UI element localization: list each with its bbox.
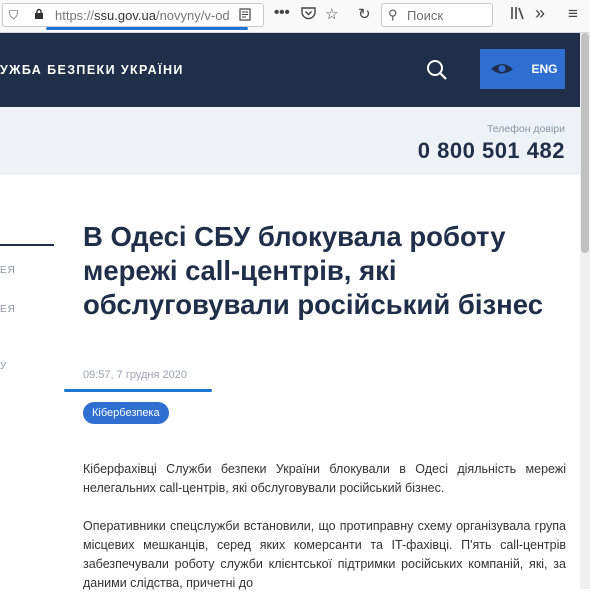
pocket-icon[interactable]: [301, 6, 316, 24]
site-title[interactable]: УЖБА БЕЗПЕКИ УКРАЇНИ: [0, 63, 184, 77]
site-header: УЖБА БЕЗПЕКИ УКРАЇНИ ENG: [0, 33, 580, 107]
shield-icon[interactable]: ⛉: [9, 8, 18, 23]
bookmark-star-icon[interactable]: ☆: [325, 5, 338, 23]
hotline-label: Телефон довіри: [486, 123, 565, 135]
reload-icon[interactable]: ↻: [358, 5, 371, 23]
url-text[interactable]: https://ssu.gov.ua/novyny/v-ode: [55, 8, 229, 23]
browser-toolbar: ⛉ https://ssu.gov.ua/novyny/v-ode ••• ☆ …: [0, 0, 590, 33]
sidebar-item[interactable]: У: [0, 361, 7, 372]
accessibility-eye-button[interactable]: [480, 49, 524, 89]
hotline-number[interactable]: 0 800 501 482: [418, 138, 565, 164]
hotline-band: Телефон довіри 0 800 501 482: [0, 107, 580, 175]
date-highlight: [64, 389, 212, 392]
overflow-chevron-icon[interactable]: »: [535, 3, 545, 24]
category-tag[interactable]: Кібербезпека: [83, 402, 169, 424]
article-paragraph: Кіберфахівці Служби безпеки України блок…: [83, 462, 566, 495]
library-icon[interactable]: [510, 6, 526, 24]
eye-icon: [491, 64, 513, 74]
reader-view-icon[interactable]: [239, 8, 251, 24]
article-date: 09:57, 7 грудня 2020: [83, 369, 187, 381]
language-button[interactable]: ENG: [524, 49, 565, 89]
search-placeholder: Поиск: [407, 8, 444, 23]
url-highlight: [46, 27, 248, 30]
scrollbar-thumb[interactable]: [581, 33, 589, 253]
article-paragraph: Оперативники спецслужби встановили, що п…: [83, 519, 566, 590]
search-icon: ⚲: [388, 7, 398, 22]
address-bar[interactable]: ⛉ https://ssu.gov.ua/novyny/v-ode: [2, 3, 264, 27]
article-title: В Одесі СБУ блокувала роботу мережі call…: [83, 221, 543, 320]
page-scrollbar[interactable]: [580, 33, 590, 589]
sidebar-item[interactable]: ЕЯ: [0, 304, 16, 315]
hamburger-menu-icon[interactable]: ≡: [568, 4, 578, 24]
search-field[interactable]: ⚲ Поиск: [381, 3, 493, 27]
site-search-icon[interactable]: [424, 57, 450, 83]
sidebar-item[interactable]: ЕЯ: [0, 265, 16, 276]
more-actions-icon[interactable]: •••: [274, 4, 290, 21]
lock-icon[interactable]: [34, 8, 44, 23]
sidebar-divider: [0, 244, 54, 246]
